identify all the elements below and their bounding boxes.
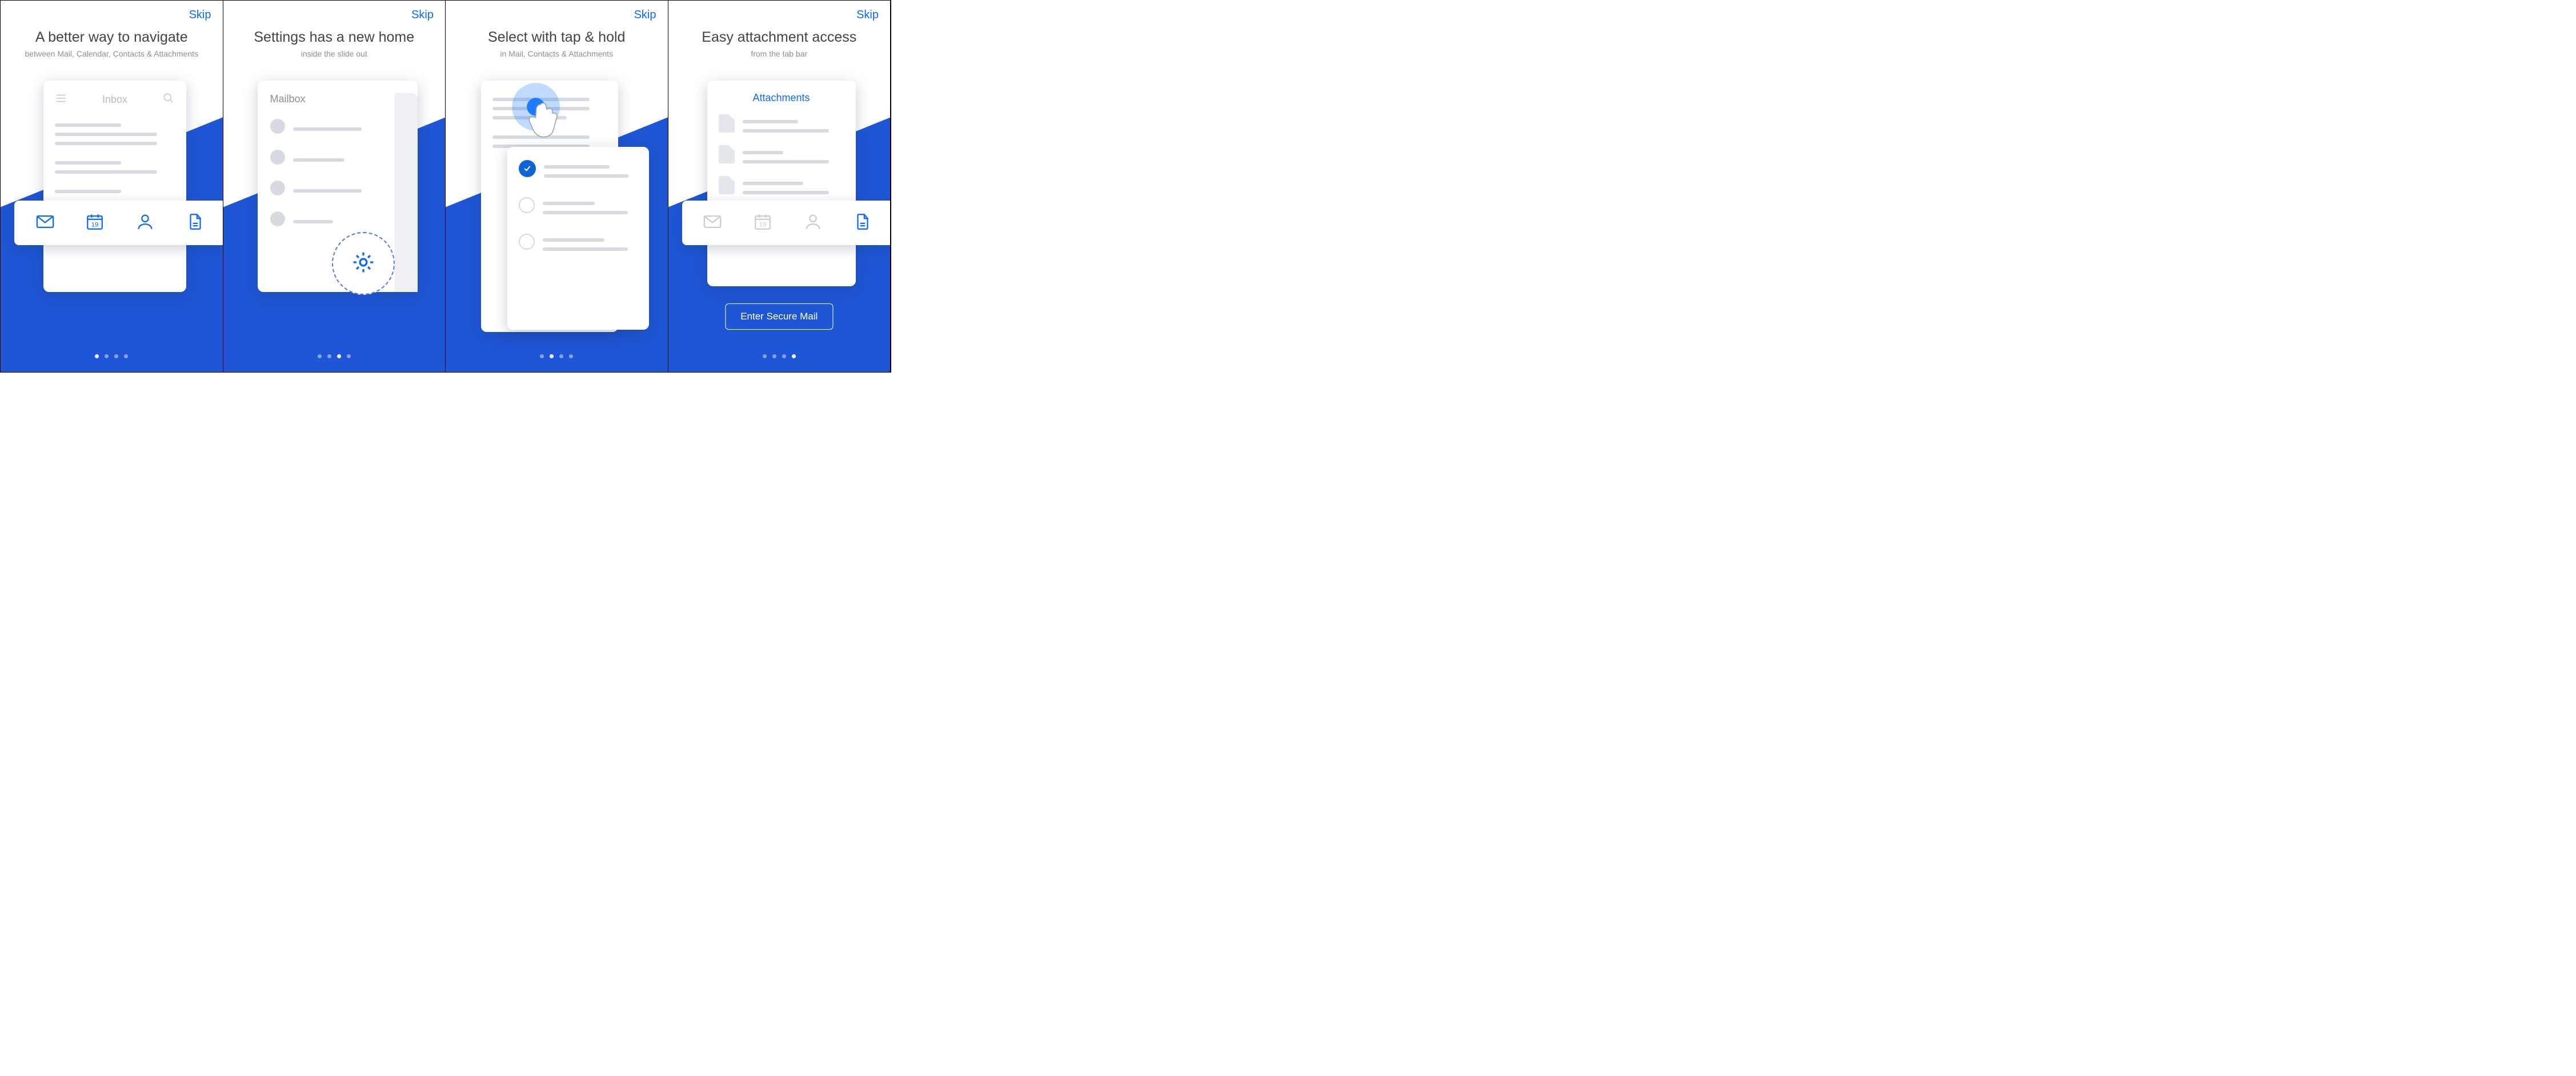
onboarding-screen-4: Skip Easy attachment access from the tab… [668, 1, 891, 372]
attachments-icon[interactable] [186, 212, 205, 234]
svg-text:19: 19 [759, 221, 767, 228]
contacts-icon[interactable] [135, 212, 155, 234]
tap-hold-indicator [512, 83, 575, 146]
tab-bar: 19 [682, 201, 891, 245]
skip-button[interactable]: Skip [411, 9, 434, 22]
attachments-illustration: Attachments [707, 81, 856, 286]
file-icon [719, 145, 735, 163]
page-dots [1, 354, 223, 358]
unchecked-icon [519, 197, 535, 213]
enter-secure-mail-button[interactable]: Enter Secure Mail [725, 303, 833, 330]
page-dots [223, 354, 446, 358]
svg-text:19: 19 [91, 221, 99, 228]
mailbox-label: Mailbox [270, 93, 395, 105]
calendar-icon[interactable]: 19 [753, 212, 772, 234]
onboarding-screen-3: Skip Select with tap & hold in Mail, Con… [446, 1, 668, 372]
unchecked-icon [519, 234, 535, 250]
onboarding-screen-1: Skip A better way to navigate between Ma… [1, 1, 223, 372]
gear-icon [351, 250, 376, 278]
slideout-edge [395, 93, 418, 292]
skip-button[interactable]: Skip [634, 9, 656, 22]
settings-gear-badge [332, 232, 395, 295]
onboarding-screen-2: Skip Settings has a new home inside the … [223, 1, 446, 372]
pointing-hand-icon [522, 93, 574, 145]
page-dots [668, 354, 891, 358]
check-icon [519, 160, 536, 177]
hamburger-icon [55, 92, 67, 107]
attachments-icon[interactable] [853, 212, 872, 234]
selection-list-illustration [507, 147, 649, 330]
mail-icon[interactable] [703, 212, 722, 234]
search-icon [162, 92, 175, 107]
skip-button[interactable]: Skip [856, 9, 879, 22]
inbox-label: Inbox [67, 94, 162, 106]
tab-bar: 19 [14, 201, 223, 245]
file-icon [719, 114, 735, 133]
inbox-illustration: Inbox [43, 81, 186, 292]
contacts-icon[interactable] [803, 212, 823, 234]
file-icon [719, 176, 735, 194]
mail-icon[interactable] [35, 212, 55, 234]
skip-button[interactable]: Skip [189, 9, 211, 22]
attachments-label: Attachments [719, 92, 844, 104]
calendar-icon[interactable]: 19 [85, 212, 105, 234]
page-dots [446, 354, 668, 358]
